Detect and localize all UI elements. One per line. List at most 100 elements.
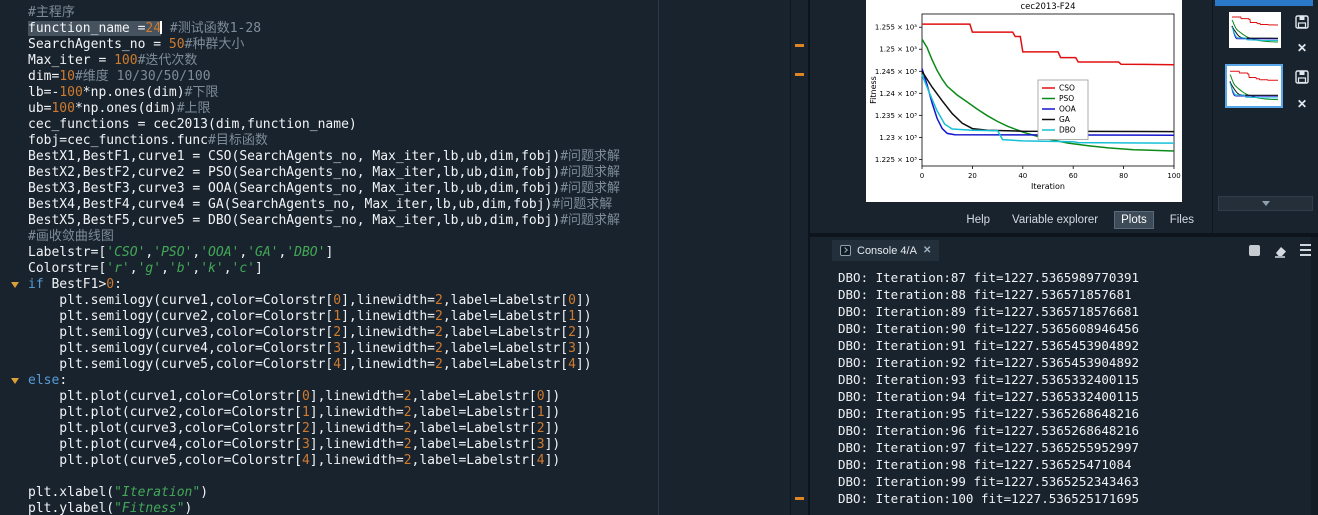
- interrupt-kernel-icon[interactable]: [1249, 245, 1260, 256]
- code-line[interactable]: plt.semilogy(curve3,color=Colorstr[2],li…: [28, 325, 620, 341]
- code-line[interactable]: plt.plot(curve4,color=Colorstr[3],linewi…: [28, 437, 620, 453]
- close-icon[interactable]: ✕: [923, 245, 931, 256]
- code-token: 2: [568, 325, 576, 340]
- console-line: DBO: Iteration:89 fit=1227.5365718576681: [838, 303, 1139, 320]
- pane-tab-files[interactable]: Files: [1164, 212, 1200, 228]
- svg-text:OOA: OOA: [1059, 105, 1077, 114]
- code-token: plt.plot(curve2,color=Colorstr[: [28, 405, 302, 420]
- code-line[interactable]: BestX1,BestF1,curve1 = CSO(SearchAgents_…: [28, 149, 620, 165]
- code-line[interactable]: plt.plot(curve1,color=Colorstr[0],linewi…: [28, 389, 620, 405]
- code-line[interactable]: plt.plot(curve5,color=Colorstr[4],linewi…: [28, 453, 620, 469]
- code-token: 2: [435, 293, 443, 308]
- code-token: 1: [302, 405, 310, 420]
- code-token: plt.semilogy(curve5,color=Colorstr[: [28, 357, 333, 372]
- code-token: ,: [161, 261, 169, 276]
- code-lines[interactable]: #主程序function_name =24 #测试函数1-28SearchAge…: [28, 5, 620, 515]
- code-token: ,: [130, 261, 138, 276]
- code-token: 2: [404, 389, 412, 404]
- code-line[interactable]: [28, 469, 620, 485]
- svg-text:1.24 × 10³: 1.24 × 10³: [879, 90, 917, 98]
- code-line[interactable]: #主程序: [28, 5, 620, 21]
- code-token: plt.semilogy(curve2,color=Colorstr[: [28, 309, 333, 324]
- pane-tab-plots[interactable]: Plots: [1114, 211, 1154, 229]
- code-token: 0: [537, 389, 545, 404]
- code-line[interactable]: BestX2,BestF2,curve2 = PSO(SearchAgents_…: [28, 165, 620, 181]
- console-pane[interactable]: Console 4/A ✕ DBO: Iteration:87 fit=1227…: [810, 237, 1318, 515]
- console-scrollbar[interactable]: [1311, 237, 1318, 515]
- code-token: Colorstr=[: [28, 261, 106, 276]
- code-line[interactable]: Labelstr=['CSO','PSO','OOA','GA','DBO']: [28, 245, 620, 261]
- code-line[interactable]: BestX5,BestF5,curve5 = DBO(SearchAgents_…: [28, 213, 620, 229]
- code-line[interactable]: SearchAgents_no = 50#种群大小: [28, 37, 620, 53]
- console-line: DBO: Iteration:99 fit=1227.5365252343463: [838, 473, 1139, 490]
- code-line[interactable]: plt.semilogy(curve1,color=Colorstr[0],li…: [28, 293, 620, 309]
- code-token: 'PSO': [153, 245, 192, 260]
- code-token: else: [28, 373, 59, 388]
- code-token: ,label=Labelstr[: [412, 421, 537, 436]
- code-token: ub=: [28, 101, 51, 116]
- code-token: #维度 10/30/50/100: [75, 69, 211, 84]
- console-output[interactable]: DBO: Iteration:87 fit=1227.5365989770391…: [838, 269, 1139, 507]
- code-line[interactable]: if BestF1>0:: [28, 277, 620, 293]
- code-line[interactable]: cec_functions = cec2013(dim,function_nam…: [28, 117, 620, 133]
- console-line: DBO: Iteration:93 fit=1227.5365332400115: [838, 371, 1139, 388]
- occurrence-marker[interactable]: [795, 73, 804, 76]
- occurrence-marker[interactable]: [795, 44, 804, 47]
- code-line[interactable]: else:: [28, 373, 620, 389]
- code-line[interactable]: dim=10#维度 10/30/50/100: [28, 69, 620, 85]
- code-token: 4: [302, 453, 310, 468]
- code-line[interactable]: Max_iter = 100#迭代次数: [28, 53, 620, 69]
- code-line[interactable]: ub=100*np.ones(dim)#上限: [28, 101, 620, 117]
- save-plot-icon[interactable]: [1295, 70, 1309, 84]
- code-line[interactable]: plt.plot(curve3,color=Colorstr[2],linewi…: [28, 421, 620, 437]
- code-line[interactable]: plt.plot(curve2,color=Colorstr[1],linewi…: [28, 405, 620, 421]
- code-editor-pane[interactable]: #主程序function_name =24 #测试函数1-28SearchAge…: [0, 0, 808, 515]
- code-token: if: [28, 277, 44, 292]
- console-line: DBO: Iteration:88 fit=1227.536571857681: [838, 286, 1139, 303]
- fold-arrow-icon[interactable]: [11, 282, 19, 288]
- code-token: 100: [51, 101, 74, 116]
- code-token: 'k': [200, 261, 223, 276]
- code-token: plt.semilogy(curve3,color=Colorstr[: [28, 325, 333, 340]
- console-line: DBO: Iteration:98 fit=1227.536525471084: [838, 456, 1139, 473]
- code-line[interactable]: BestX4,BestF4,curve4 = GA(SearchAgents_n…: [28, 197, 620, 213]
- close-plot-icon[interactable]: ✕: [1297, 42, 1307, 54]
- pane-tab-help[interactable]: Help: [960, 212, 996, 228]
- code-token: ): [185, 501, 193, 515]
- code-token: 2: [404, 405, 412, 420]
- code-line[interactable]: fobj=cec_functions.func#目标函数: [28, 133, 620, 149]
- console-line: DBO: Iteration:95 fit=1227.5365268648216: [838, 405, 1139, 422]
- code-line[interactable]: plt.xlabel("Iteration"): [28, 485, 620, 501]
- code-line[interactable]: #画收敛曲线图: [28, 229, 620, 245]
- code-line[interactable]: BestX3,BestF3,curve3 = OOA(SearchAgents_…: [28, 181, 620, 197]
- svg-text:1.23 × 10³: 1.23 × 10³: [879, 134, 917, 142]
- code-token: #画收敛曲线图: [28, 229, 114, 244]
- code-line[interactable]: Colorstr=['r','g','b','k','c']: [28, 261, 620, 277]
- clear-console-icon[interactable]: [1273, 244, 1288, 258]
- code-token: SearchAgents_no =: [28, 37, 169, 52]
- console-line: DBO: Iteration:97 fit=1227.5365255952997: [838, 439, 1139, 456]
- code-line[interactable]: function_name =24 #测试函数1-28: [28, 21, 620, 37]
- code-line[interactable]: plt.semilogy(curve2,color=Colorstr[1],li…: [28, 309, 620, 325]
- editor-scrollflag-column[interactable]: [790, 0, 808, 515]
- code-line[interactable]: plt.ylabel("Fitness"): [28, 501, 620, 515]
- code-line[interactable]: plt.semilogy(curve4,color=Colorstr[3],li…: [28, 341, 620, 357]
- save-plot-icon[interactable]: [1295, 15, 1309, 29]
- close-plot-icon[interactable]: ✕: [1297, 98, 1307, 110]
- fold-arrow-icon[interactable]: [11, 378, 19, 384]
- console-tab[interactable]: Console 4/A ✕: [832, 240, 939, 261]
- code-token: BestF1>: [44, 277, 107, 292]
- code-token: 0: [106, 277, 114, 292]
- code-token: #目标函数: [208, 133, 268, 148]
- plot-thumbnail-1[interactable]: [1229, 12, 1281, 48]
- code-token: plt.semilogy(curve1,color=Colorstr[: [28, 293, 333, 308]
- code-token: #迭代次数: [138, 53, 198, 68]
- pane-tab-variable-explorer[interactable]: Variable explorer: [1006, 212, 1104, 228]
- code-line[interactable]: plt.semilogy(curve5,color=Colorstr[4],li…: [28, 357, 620, 373]
- code-token: #问题求解: [560, 149, 620, 164]
- console-line: DBO: Iteration:92 fit=1227.5365453904892: [838, 354, 1139, 371]
- plot-thumbnail-2-selected[interactable]: [1225, 64, 1283, 108]
- occurrence-marker[interactable]: [795, 497, 804, 500]
- thumbnail-scroll-down-button[interactable]: [1218, 196, 1313, 211]
- code-line[interactable]: lb=-100*np.ones(dim)#下限: [28, 85, 620, 101]
